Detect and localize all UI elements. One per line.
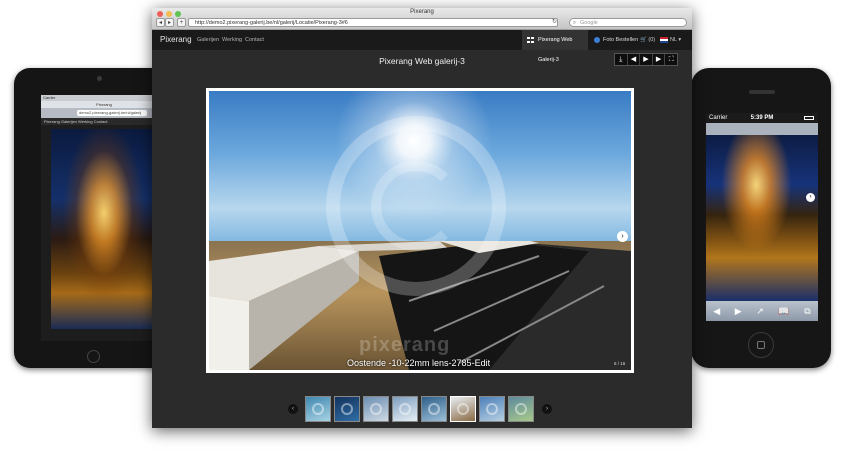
nav-link-galerijen[interactable]: Galerijen (197, 33, 219, 47)
ipad-url-field[interactable]: demo2.pixerang-galerij.be/nl/galerij (77, 110, 147, 116)
download-icon[interactable]: ⤓ (615, 54, 628, 65)
iphone-next-arrow-icon[interactable]: › (806, 193, 815, 202)
thumbnail-watermark-icon (457, 403, 469, 415)
thumbnail-watermark-icon (515, 403, 527, 415)
iphone-safari-toolbar: ◀ ▶ ↗ 📖 ⧉ (706, 301, 818, 321)
thumbnail-watermark-icon (370, 403, 382, 415)
plus-circle-icon (594, 37, 600, 43)
safari-tabs-icon[interactable]: ⧉ (804, 306, 810, 317)
ipad-home-button (87, 350, 100, 363)
watermark-text: pixerang (359, 334, 451, 356)
search-input[interactable]: ⌕ Google (569, 18, 687, 27)
iphone-screen: 5:39 PM Carrier › ◀ ▶ ↗ 📖 ⧉ (706, 113, 818, 321)
safari-share-icon[interactable]: ↗ (756, 306, 764, 317)
photo-counter: 6 / 16 (614, 361, 626, 366)
ipad-device: Carrier Pixerang demo2.pixerang-galerij.… (14, 68, 174, 368)
zoom-window-button[interactable] (175, 11, 181, 17)
previous-icon[interactable]: ◀ (628, 54, 641, 65)
close-window-button[interactable] (157, 11, 163, 17)
safari-bookmarks-icon[interactable]: 📖 (778, 306, 789, 317)
iphone-carousel-photo (706, 135, 818, 301)
browser-window: Pixerang ◂ ▸ + http://demo2.pixerang-gal… (152, 8, 692, 428)
flag-nl-icon (660, 37, 668, 43)
next-icon[interactable]: ▶ (653, 54, 666, 65)
thumbnail-watermark-icon (486, 403, 498, 415)
order-photo-link[interactable]: Foto Bestellen (594, 30, 638, 50)
grid-icon (527, 37, 534, 43)
iphone-status-bar: 5:39 PM Carrier (706, 113, 818, 123)
arrow-left-icon: ◂ (158, 20, 162, 26)
browser-titlebar: Pixerang ◂ ▸ + http://demo2.pixerang-gal… (152, 8, 692, 30)
address-bar[interactable]: http://demo2.pixerang-galerij.be/nl/gale… (188, 18, 558, 27)
ipad-carousel-photo (51, 129, 157, 329)
thumbs-next-arrow-icon[interactable]: › (542, 404, 552, 414)
minimize-window-button[interactable] (166, 11, 172, 17)
play-icon[interactable]: ▶ (640, 54, 653, 65)
ipad-url-bar: demo2.pixerang-galerij.be/nl/galerij (41, 108, 167, 118)
iphone-url-bar[interactable] (706, 123, 818, 135)
ipad-tab-title: Pixerang (41, 101, 167, 108)
iphone-carrier: Carrier (709, 115, 728, 121)
gallery-tab[interactable]: Pixerang Web Galerij-3 (522, 30, 588, 63)
add-bookmark-button[interactable]: + (177, 18, 186, 27)
safari-back-icon[interactable]: ◀ (713, 306, 720, 317)
gallery-thumbnail[interactable] (450, 396, 476, 422)
thumbnail-watermark-icon (312, 403, 324, 415)
nav-link-contact[interactable]: Contact (245, 33, 264, 47)
gallery-thumbnail[interactable] (305, 396, 331, 422)
ipad-site-nav: Pixerang Galerijen Werking Contact (41, 118, 167, 125)
photo-caption: Oostende -10-22mm lens-2785-Edit (347, 358, 491, 368)
forward-button[interactable]: ▸ (165, 18, 174, 27)
gallery-thumbnail[interactable] (421, 396, 447, 422)
gallery-thumbnail[interactable] (479, 396, 505, 422)
back-button[interactable]: ◂ (156, 18, 165, 27)
site-navbar: Pixerang Galerijen Werking Contact Pixer… (152, 30, 692, 63)
cart-count: (0) (648, 37, 656, 43)
thumbnail-watermark-icon (399, 403, 411, 415)
site-brand[interactable]: Pixerang (160, 33, 192, 47)
plus-icon: + (179, 20, 184, 26)
fullscreen-icon[interactable]: ⛶ (665, 54, 677, 65)
iphone-device: 5:39 PM Carrier › ◀ ▶ ↗ 📖 ⧉ (691, 68, 831, 368)
battery-icon (804, 116, 814, 120)
main-photo[interactable]: pixerang › Oostende -10-22mm lens-2785-E… (209, 91, 631, 370)
photo-next-arrow-icon[interactable]: › (617, 231, 628, 242)
search-placeholder: Google (580, 20, 598, 26)
gallery-thumbnail[interactable] (392, 396, 418, 422)
gallery-title: Pixerang Web galerij-3 (379, 56, 465, 66)
nav-link-werking[interactable]: Werking (222, 33, 242, 47)
gallery-thumbnail[interactable] (334, 396, 360, 422)
language-selector[interactable]: NL ▾ (660, 30, 681, 50)
watermark-copyright-icon (371, 161, 461, 251)
gallery-toolbar: ⤓ ◀ ▶ ▶ ⛶ (614, 53, 678, 66)
reload-icon[interactable]: ↻ (552, 18, 560, 27)
caret-down-icon: ▾ (678, 37, 682, 43)
thumbnail-watermark-icon (428, 403, 440, 415)
thumbnail-watermark-icon (341, 403, 353, 415)
language-label: NL (670, 37, 677, 43)
thumbs-prev-arrow-icon[interactable]: ‹ (288, 404, 298, 414)
ipad-camera (97, 76, 102, 81)
ipad-screen: Carrier Pixerang demo2.pixerang-galerij.… (41, 95, 167, 341)
window-title: Pixerang (410, 9, 434, 15)
search-icon: ⌕ (573, 20, 577, 26)
cart-link[interactable]: 🛒 (0) (640, 30, 655, 50)
arrow-right-icon: ▸ (167, 20, 171, 26)
iphone-speaker (749, 90, 775, 94)
cart-icon: 🛒 (640, 37, 647, 43)
gallery-thumbnail[interactable] (508, 396, 534, 422)
gallery-thumbnail[interactable] (363, 396, 389, 422)
safari-forward-icon[interactable]: ▶ (735, 306, 742, 317)
order-photo-label: Foto Bestellen (603, 37, 639, 43)
iphone-home-button (748, 332, 774, 358)
